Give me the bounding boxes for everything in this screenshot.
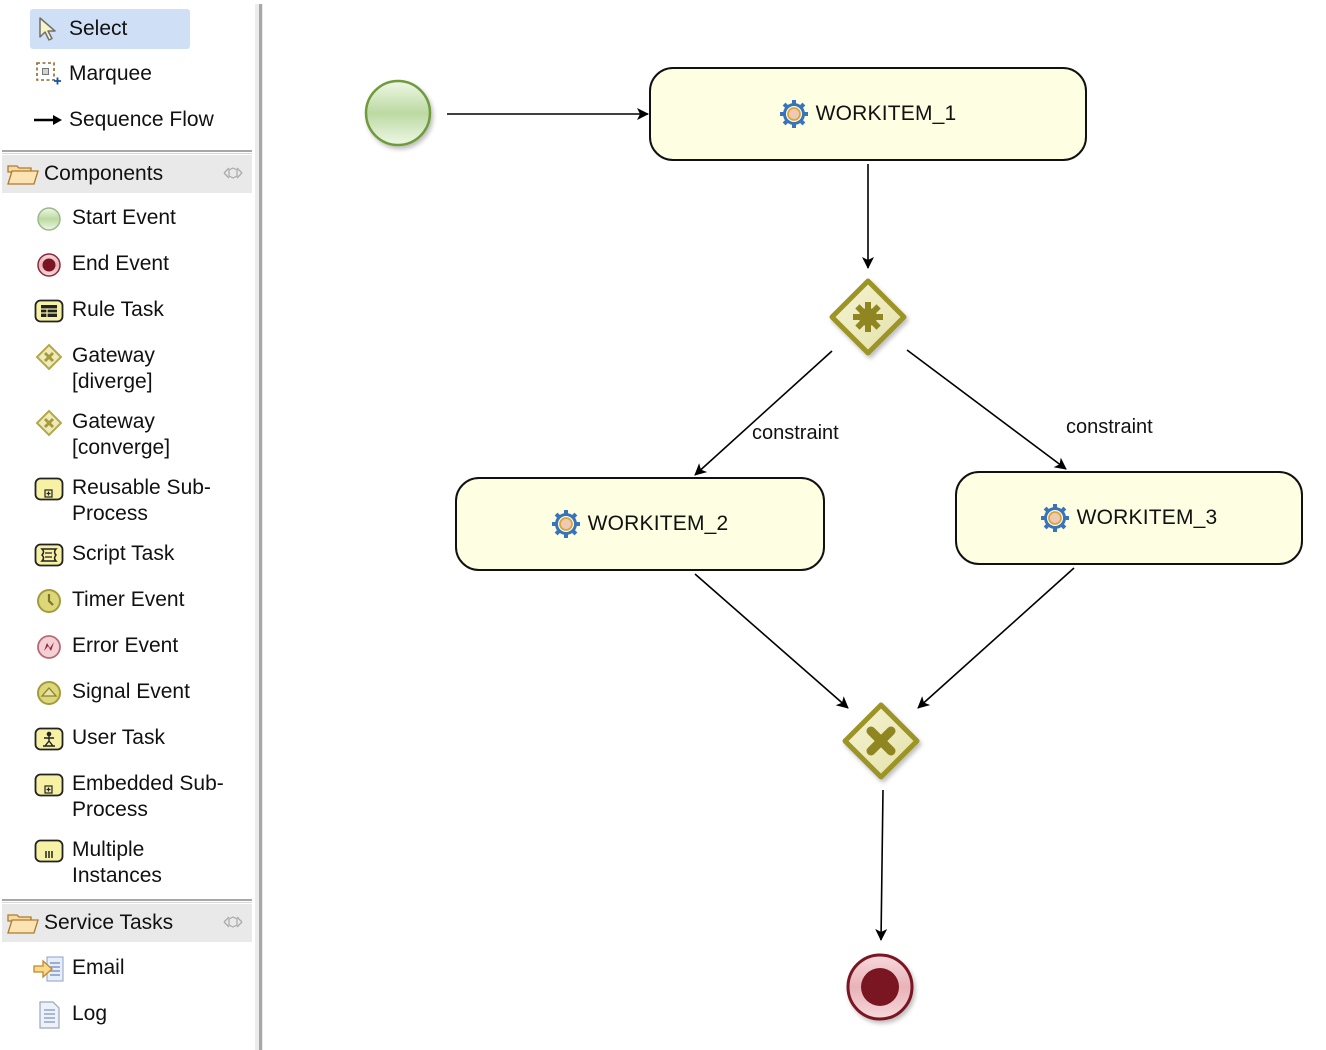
palette-item-script-task[interactable]: Script Task: [32, 541, 252, 569]
flow-split-to-workitem3[interactable]: [906, 349, 1067, 470]
flow-workitem3-to-join[interactable]: [917, 567, 1075, 709]
script-task-icon: [32, 541, 66, 569]
end-event[interactable]: [846, 953, 914, 1021]
palette-item-reusable-subprocess[interactable]: Reusable Sub- Process: [32, 475, 252, 527]
palette-item-label: Gateway [converge]: [72, 410, 171, 459]
marquee-icon: [33, 59, 63, 89]
palette-item-gateway-converge[interactable]: Gateway [converge]: [32, 409, 252, 461]
flow-join-to-end[interactable]: [875, 789, 888, 941]
tool-marquee[interactable]: Marquee: [30, 54, 250, 94]
flow-split-to-workitem2[interactable]: [694, 350, 833, 476]
palette-item-label: Embedded Sub- Process: [72, 772, 224, 821]
gear-icon: [551, 510, 580, 538]
palette-item-label: Timer Event: [72, 588, 185, 611]
end-event-icon: [32, 251, 66, 279]
rule-task-icon: [32, 297, 66, 325]
palette-item-label: Log: [72, 1002, 108, 1025]
palette-item-label: User Task: [72, 726, 165, 749]
log-icon: [32, 1001, 66, 1029]
tool-label: Select: [69, 17, 128, 40]
pin-icon[interactable]: [222, 915, 246, 932]
email-icon: [32, 955, 66, 983]
gear-icon: [1040, 504, 1069, 532]
flow-workitem2-to-join[interactable]: [694, 573, 849, 709]
palette-item-label: End Event: [72, 252, 169, 275]
palette-item-embedded-subprocess[interactable]: Embedded Sub- Process: [32, 771, 252, 823]
tool-label: Sequence Flow: [69, 108, 214, 131]
gear-icon: [779, 100, 808, 128]
folder-open-icon: [6, 911, 40, 935]
drawer-label: Components: [44, 162, 164, 185]
task-label: WORKITEM_3: [1076, 506, 1218, 529]
sequence-flow-icon: [33, 105, 63, 135]
palette-item-user-task[interactable]: User Task: [32, 725, 252, 753]
palette-item-label: Gateway [diverge]: [72, 344, 155, 393]
drawer-separator: [2, 150, 252, 152]
drawer-components[interactable]: Components: [2, 155, 252, 193]
palette-item-timer-event[interactable]: Timer Event: [32, 587, 252, 615]
gateway-converge-icon: [32, 409, 66, 437]
palette-item-end-event[interactable]: End Event: [32, 251, 252, 279]
task-workitem-2[interactable]: WORKITEM_2: [455, 477, 825, 571]
signal-event-icon: [32, 679, 66, 707]
timer-event-icon: [32, 587, 66, 615]
user-task-icon: [32, 725, 66, 753]
palette-item-label: Email: [72, 956, 125, 979]
palette-resize-handle[interactable]: [255, 4, 263, 1050]
start-event-icon: [32, 205, 66, 233]
asterisk-icon: [853, 302, 883, 332]
multiple-instances-icon: [32, 837, 66, 865]
palette-item-label: Reusable Sub- Process: [72, 476, 211, 525]
palette-item-multiple-instances[interactable]: Multiple Instances: [32, 837, 252, 889]
arrow-cursor-icon: [33, 14, 63, 44]
palette-item-log[interactable]: Log: [32, 1001, 252, 1029]
drawer-separator: [2, 153, 252, 154]
palette-item-label: Multiple Instances: [72, 838, 162, 887]
task-workitem-3[interactable]: WORKITEM_3: [955, 471, 1303, 565]
reusable-subprocess-icon: [32, 475, 66, 503]
folder-open-icon: [6, 162, 40, 186]
palette-item-error-event[interactable]: Error Event: [32, 633, 252, 661]
pin-icon[interactable]: [222, 166, 246, 183]
flow-label-constraint[interactable]: constraint: [1066, 416, 1153, 439]
palette-item-label: Signal Event: [72, 680, 190, 703]
start-event[interactable]: [364, 79, 432, 147]
palette-item-label: Script Task: [72, 542, 175, 565]
embedded-subprocess-icon: [32, 771, 66, 799]
tool-select[interactable]: Select: [30, 9, 190, 49]
drawer-label: Service Tasks: [44, 911, 174, 934]
gateway-diverge-icon: [32, 343, 66, 371]
gateway-diverge[interactable]: [829, 278, 907, 356]
drawer-service-tasks[interactable]: Service Tasks: [2, 904, 252, 942]
drawer-separator: [2, 902, 252, 903]
tool-sequence-flow[interactable]: Sequence Flow: [30, 100, 250, 140]
gateway-converge[interactable]: [842, 702, 920, 780]
palette-item-label: Rule Task: [72, 298, 164, 321]
palette-item-label: Error Event: [72, 634, 179, 657]
palette-item-rule-task[interactable]: Rule Task: [32, 297, 252, 325]
palette-item-label: Start Event: [72, 206, 176, 229]
palette: Select Marquee Sequence Flow Components: [0, 0, 255, 1050]
error-event-icon: [32, 633, 66, 661]
palette-item-email[interactable]: Email: [32, 955, 252, 983]
task-label: WORKITEM_1: [815, 102, 957, 125]
palette-item-signal-event[interactable]: Signal Event: [32, 679, 252, 707]
drawer-separator: [2, 899, 252, 901]
task-label: WORKITEM_2: [587, 512, 729, 535]
tool-label: Marquee: [69, 62, 152, 85]
palette-item-gateway-diverge[interactable]: Gateway [diverge]: [32, 343, 252, 395]
task-workitem-1[interactable]: WORKITEM_1: [649, 67, 1087, 161]
palette-item-start-event[interactable]: Start Event: [32, 205, 252, 233]
flow-label-constraint[interactable]: constraint: [752, 422, 839, 445]
diagram-canvas[interactable]: WORKITEM_1 WORKITEM_2 WORKITEM_3 constra…: [263, 0, 1326, 1050]
